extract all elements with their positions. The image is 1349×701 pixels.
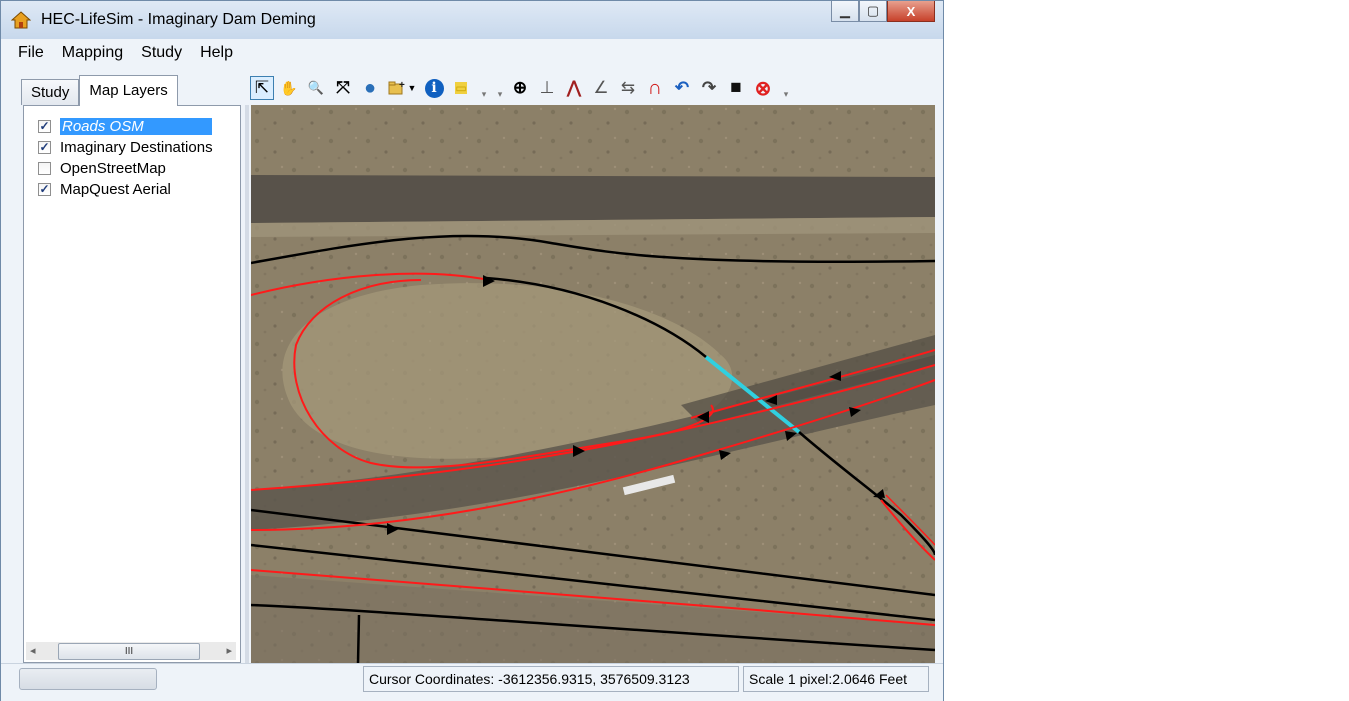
globe-icon: ● <box>363 76 377 99</box>
horizontal-scrollbar[interactable]: ◂ III ▸ <box>26 642 236 660</box>
ruler-icon: ▭ <box>455 81 467 95</box>
minimize-icon: ▁ <box>840 3 850 18</box>
dropdown-arrow-icon: ▼ <box>407 83 417 93</box>
tab-strip: Study Map Layers <box>21 75 178 106</box>
layer-label: MapQuest Aerial <box>60 180 171 198</box>
aerial-map[interactable] <box>251 105 935 663</box>
scroll-right-icon[interactable]: ▸ <box>226 644 232 657</box>
expand-icon: ⤧ <box>336 78 350 97</box>
map-canvas[interactable] <box>251 105 935 663</box>
minimize-button[interactable]: ▁ <box>831 1 859 22</box>
menu-file[interactable]: File <box>9 41 53 69</box>
identify-button[interactable]: i <box>422 76 446 100</box>
edit-vertex-button[interactable]: ∠ <box>589 76 613 100</box>
grip-icon: ▾ <box>481 89 487 99</box>
menu-help[interactable]: Help <box>191 41 242 69</box>
magnifier-icon: 🔍 <box>307 80 325 95</box>
progress-bar <box>19 668 157 690</box>
crosshair-button[interactable]: ⊕ <box>508 76 532 100</box>
cancel-icon: ⊗ <box>754 77 772 100</box>
redo-icon: ↷ <box>701 78 717 97</box>
tab-study[interactable]: Study <box>21 79 80 105</box>
close-button[interactable]: X <box>887 1 935 22</box>
layer-checkbox[interactable]: ✓ <box>38 119 51 133</box>
layer-item-openstreetmap[interactable]: OpenStreetMap <box>38 158 166 178</box>
layer-item-mapquest-aerial[interactable]: ✓ MapQuest Aerial <box>38 179 171 199</box>
merge-icon: ⇆ <box>620 78 636 97</box>
toolbar-grip[interactable]: ▾ <box>780 76 792 100</box>
info-icon: i <box>424 78 444 98</box>
pane-splitter[interactable] <box>245 105 249 663</box>
add-layer-button[interactable]: + ▼ <box>385 76 419 100</box>
grip-icon: ▾ <box>497 89 503 99</box>
select-tool-button[interactable]: ⇱ <box>250 76 274 100</box>
layer-list: ✓ Roads OSM ✓ Imaginary Destinations Ope… <box>23 105 241 663</box>
window-title: HEC-LifeSim - Imaginary Dam Deming <box>41 11 316 28</box>
app-window: HEC-LifeSim - Imaginary Dam Deming ▁ ▢ X… <box>0 0 944 701</box>
menu-study[interactable]: Study <box>132 41 191 69</box>
toolbar-grip[interactable]: ▾ <box>494 76 506 100</box>
cursor-coordinates: Cursor Coordinates: -3612356.9315, 35765… <box>363 666 739 692</box>
tab-map-layers[interactable]: Map Layers <box>79 75 178 106</box>
house-icon <box>11 11 31 29</box>
measure-button[interactable]: ▭ <box>449 76 473 100</box>
layer-item-imaginary-destinations[interactable]: ✓ Imaginary Destinations <box>38 137 213 157</box>
layer-checkbox[interactable]: ✓ <box>38 140 51 154</box>
split-line-button[interactable]: ⋀ <box>562 76 586 100</box>
floppy-disk-icon: ■ <box>730 77 742 98</box>
menu-mapping[interactable]: Mapping <box>53 41 132 69</box>
add-node-button[interactable]: ⊥ <box>535 76 559 100</box>
undo-icon: ↶ <box>674 78 690 97</box>
maximize-button[interactable]: ▢ <box>859 1 887 22</box>
cancel-edit-button[interactable]: ⊗ <box>751 76 775 100</box>
layer-label: Imaginary Destinations <box>60 138 213 156</box>
highway-pavement <box>251 175 935 223</box>
arrow-pointer-icon: ⇱ <box>254 78 270 97</box>
grip-icon: ▾ <box>783 89 789 99</box>
snap-button[interactable]: ∩ <box>643 76 667 100</box>
menu-bar: File Mapping Study Help <box>9 41 242 69</box>
svg-text:+: + <box>399 80 405 91</box>
layer-label: Roads OSM <box>60 117 212 135</box>
scroll-thumb[interactable]: III <box>58 643 200 660</box>
node-icon: ⊥ <box>539 78 555 97</box>
map-toolbar: ⇱ ✋ 🔍 ⤧ ● + ▼ i ▭ ▾ ▾ ⊕ ⊥ ⋀ ∠ ⇆ ∩ ↶ ↷ ■ … <box>250 73 794 103</box>
globe-button[interactable]: ● <box>358 76 382 100</box>
folder-add-icon: + <box>388 80 405 95</box>
left-pane: Study Map Layers ✓ Roads OSM ✓ Imaginary… <box>15 75 245 663</box>
full-extent-button[interactable]: ⤧ <box>331 76 355 100</box>
save-button[interactable]: ■ <box>724 76 748 100</box>
zoom-tool-button[interactable]: 🔍 <box>304 76 328 100</box>
road-line-black <box>356 614 361 663</box>
layer-checkbox[interactable]: ✓ <box>38 182 51 196</box>
map-scale: Scale 1 pixel:2.0646 Feet <box>743 666 929 692</box>
crosshair-icon: ⊕ <box>512 78 528 97</box>
vertex-edit-icon: ∠ <box>593 78 609 97</box>
hand-icon: ✋ <box>280 79 298 96</box>
status-bar: Cursor Coordinates: -3612356.9315, 35765… <box>1 663 943 701</box>
maximize-icon: ▢ <box>866 3 880 18</box>
scroll-left-icon[interactable]: ◂ <box>30 644 36 657</box>
redo-button[interactable]: ↷ <box>697 76 721 100</box>
layer-label: OpenStreetMap <box>60 159 166 177</box>
pan-tool-button[interactable]: ✋ <box>277 76 301 100</box>
magnet-icon: ∩ <box>647 76 663 99</box>
layer-checkbox[interactable] <box>38 161 51 175</box>
title-bar[interactable]: HEC-LifeSim - Imaginary Dam Deming ▁ ▢ X <box>1 1 943 39</box>
split-icon: ⋀ <box>567 78 581 97</box>
toolbar-grip[interactable]: ▾ <box>478 76 490 100</box>
merge-lines-button[interactable]: ⇆ <box>616 76 640 100</box>
close-icon: X <box>906 3 916 19</box>
layer-item-roads-osm[interactable]: ✓ Roads OSM <box>38 116 212 136</box>
undo-button[interactable]: ↶ <box>670 76 694 100</box>
